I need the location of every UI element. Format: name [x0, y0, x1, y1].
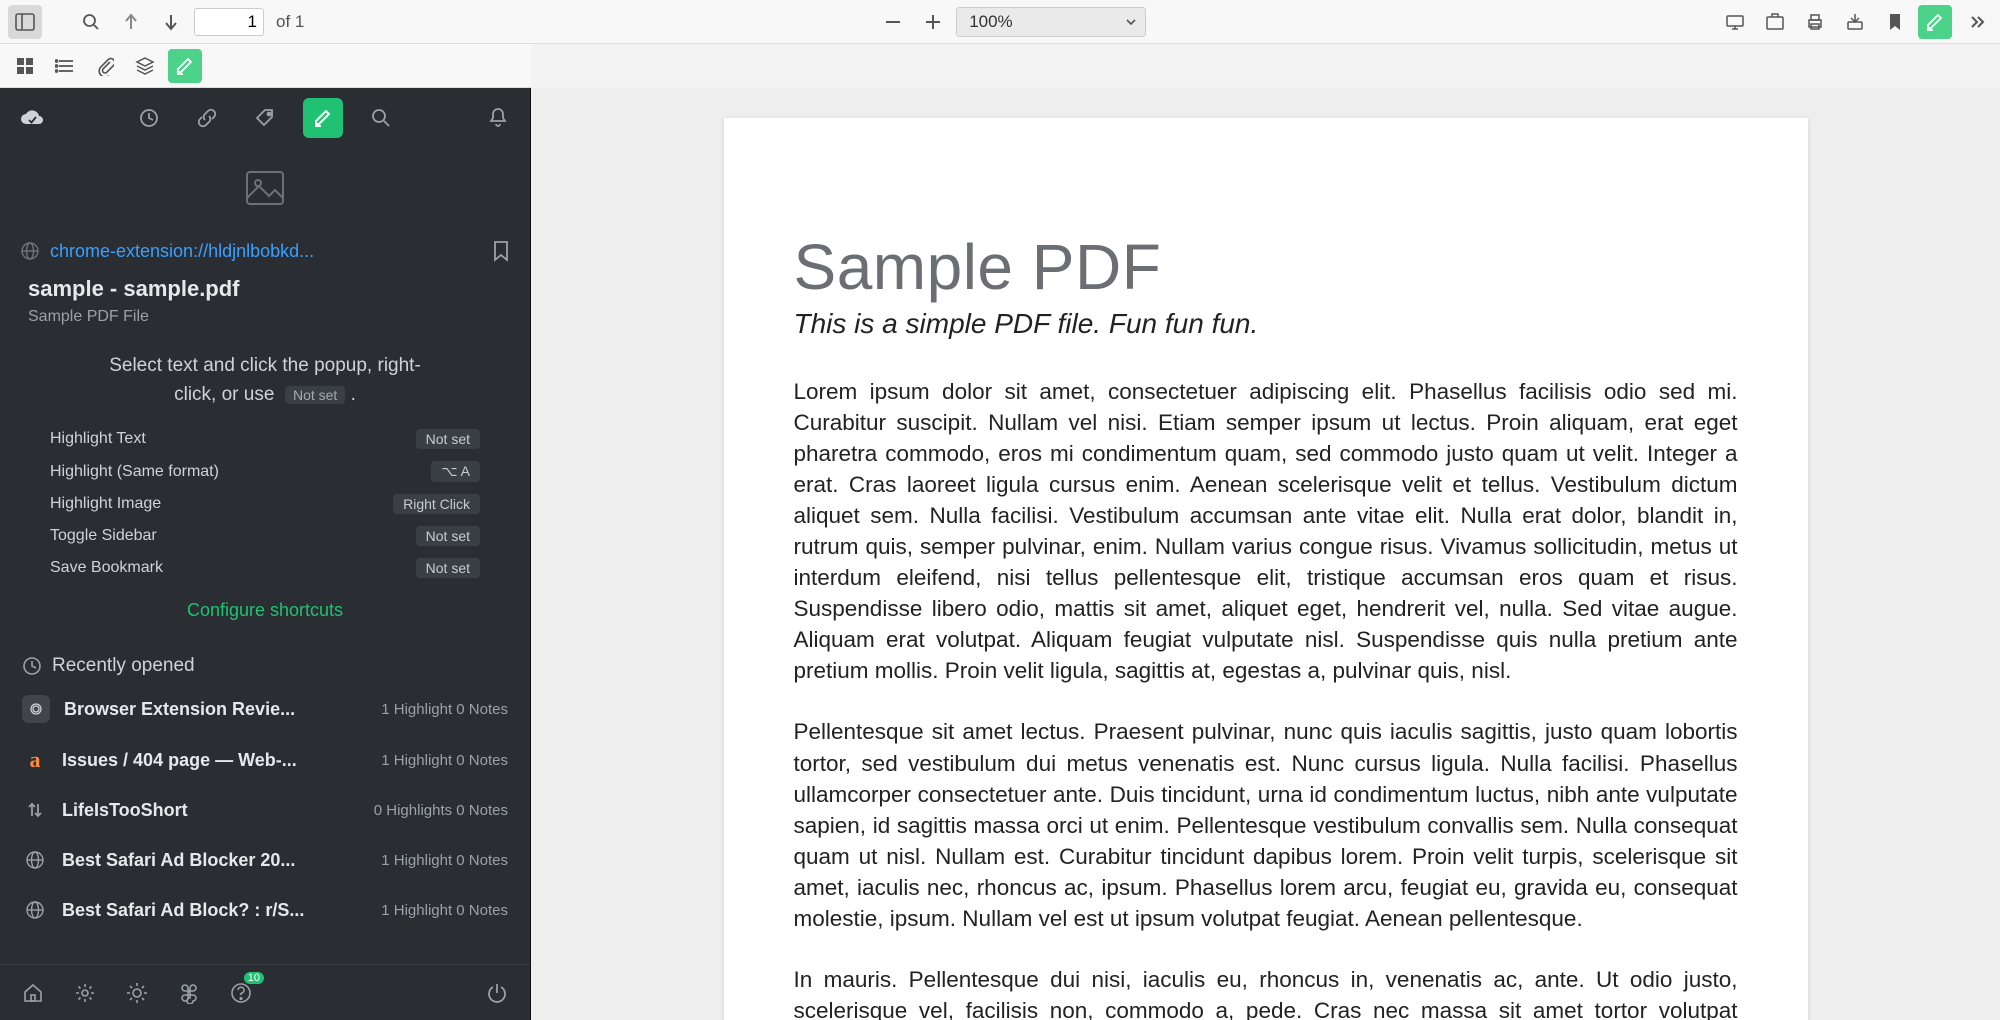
source-url[interactable]: chrome-extension://hldjnlbobkd...: [50, 241, 482, 262]
pdf-toolbar: of 1 100%: [0, 0, 2000, 44]
shortcut-row: Toggle SidebarNot set: [50, 526, 480, 546]
page-count-label: of 1: [276, 12, 304, 32]
shortcut-row: Save BookmarkNot set: [50, 558, 480, 578]
cloud-sync-icon[interactable]: [14, 100, 50, 136]
more-tools-button[interactable]: [1958, 5, 1992, 39]
print-button[interactable]: [1798, 5, 1832, 39]
highlighter-panel-button[interactable]: [168, 49, 202, 83]
attachments-button[interactable]: [88, 49, 122, 83]
help-button[interactable]: [226, 978, 256, 1008]
app-view-toolbar: [0, 44, 531, 88]
site-icon: a: [22, 747, 48, 773]
links-tab[interactable]: [187, 98, 227, 138]
recent-item[interactable]: Best Safari Ad Blocker 20... 1 Highlight…: [0, 835, 530, 885]
configure-shortcuts-link[interactable]: Configure shortcuts: [0, 586, 530, 641]
document-title: sample - sample.pdf: [0, 272, 530, 306]
recently-opened-header: Recently opened: [0, 641, 530, 683]
image-placeholder-icon: [0, 148, 530, 234]
history-icon: [22, 656, 42, 676]
highlight-tab[interactable]: [303, 98, 343, 138]
highlighter-toggle-button[interactable]: [1918, 5, 1952, 39]
theme-button[interactable]: [122, 978, 152, 1008]
search-button[interactable]: [74, 5, 108, 39]
globe-icon: [22, 847, 48, 873]
app-icon: [22, 695, 50, 723]
doc-heading: Sample PDF: [794, 230, 1738, 304]
sidebar-search-tab[interactable]: [361, 98, 401, 138]
pdf-viewer[interactable]: Sample PDF This is a simple PDF file. Fu…: [531, 88, 2000, 1020]
recent-item[interactable]: Browser Extension Revie... 1 Highlight 0…: [0, 683, 530, 735]
zoom-select[interactable]: 100%: [956, 7, 1146, 37]
recent-item[interactable]: Best Safari Ad Block? : r/S... 1 Highlig…: [0, 885, 530, 935]
sidebar-footer: [0, 964, 530, 1020]
page-number-input[interactable]: [194, 8, 264, 36]
history-tab[interactable]: [129, 98, 169, 138]
grid-view-button[interactable]: [8, 49, 42, 83]
sidebar: chrome-extension://hldjnlbobkd... sample…: [0, 88, 531, 1020]
bookmark-outline-icon[interactable]: [492, 240, 510, 262]
document-subtitle: Sample PDF File: [0, 306, 530, 342]
download-button[interactable]: [1838, 5, 1872, 39]
doc-paragraph: Pellentesque sit amet lectus. Praesent p…: [794, 716, 1738, 933]
settings-button[interactable]: [70, 978, 100, 1008]
shortcut-row: Highlight ImageRight Click: [50, 494, 480, 514]
chevron-down-icon: [1125, 16, 1137, 28]
list-view-button[interactable]: [48, 49, 82, 83]
globe-icon: [20, 241, 40, 261]
power-button[interactable]: [482, 978, 512, 1008]
pdf-page: Sample PDF This is a simple PDF file. Fu…: [724, 118, 1808, 1020]
recent-item[interactable]: LifeIsTooShort 0 Highlights 0 Notes: [0, 785, 530, 835]
zoom-out-button[interactable]: [876, 5, 910, 39]
doc-paragraph: Lorem ipsum dolor sit amet, consectetuer…: [794, 376, 1738, 686]
next-page-button[interactable]: [154, 5, 188, 39]
layers-button[interactable]: [128, 49, 162, 83]
command-button[interactable]: [174, 978, 204, 1008]
bookmark-button[interactable]: [1878, 5, 1912, 39]
doc-paragraph: In mauris. Pellentesque dui nisi, iaculi…: [794, 964, 1738, 1020]
shortcuts-list: Highlight TextNot set Highlight (Same fo…: [0, 415, 530, 586]
open-button[interactable]: [1758, 5, 1792, 39]
sort-icon: [22, 797, 48, 823]
recent-item[interactable]: a Issues / 404 page — Web-... 1 Highligh…: [0, 735, 530, 785]
zoom-in-button[interactable]: [916, 5, 950, 39]
shortcut-row: Highlight TextNot set: [50, 429, 480, 449]
hint-text: Select text and click the popup, right- …: [0, 342, 530, 415]
home-button[interactable]: [18, 978, 48, 1008]
prev-page-button[interactable]: [114, 5, 148, 39]
recent-list: Browser Extension Revie... 1 Highlight 0…: [0, 683, 530, 935]
shortcut-row: Highlight (Same format)⌥ A: [50, 461, 480, 482]
globe-icon: [22, 897, 48, 923]
tags-tab[interactable]: [245, 98, 285, 138]
doc-subheading: This is a simple PDF file. Fun fun fun.: [794, 308, 1738, 340]
presentation-button[interactable]: [1718, 5, 1752, 39]
sidebar-toggle-button[interactable]: [8, 5, 42, 39]
notifications-icon[interactable]: [480, 100, 516, 136]
zoom-value: 100%: [969, 12, 1012, 32]
